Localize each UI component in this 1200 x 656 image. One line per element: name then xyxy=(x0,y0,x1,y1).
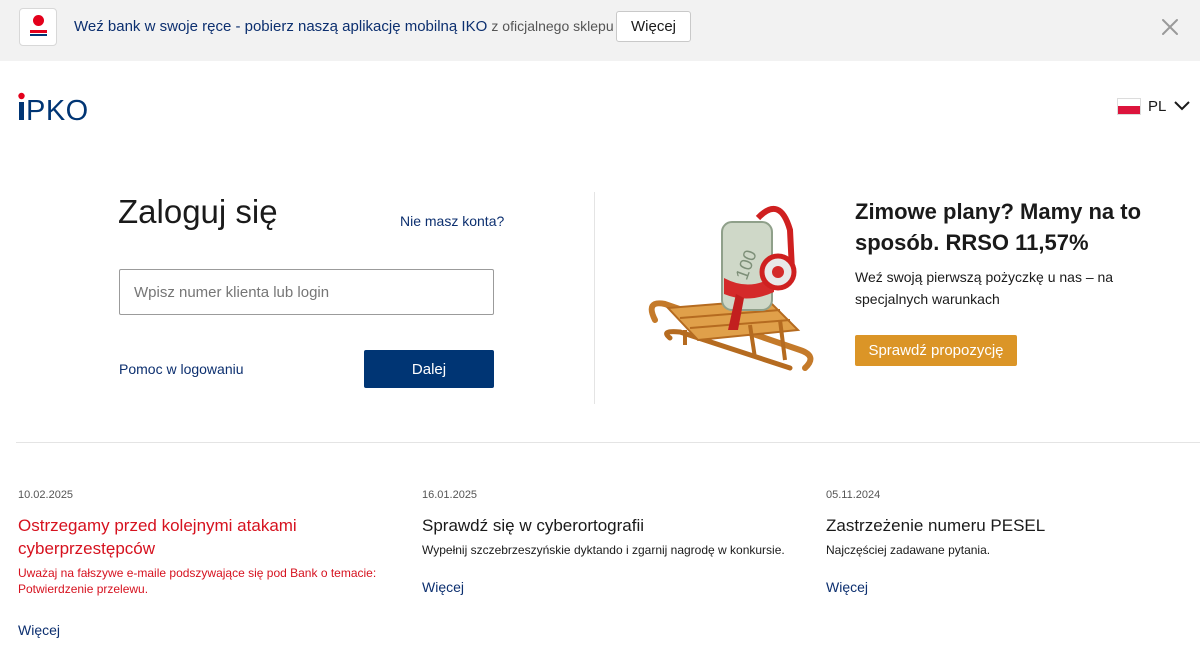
news-item: 16.01.2025 Sprawdź się w cyberortografii… xyxy=(422,488,812,595)
app-promo-banner: Weź bank w swoje ręce - pobierz naszą ap… xyxy=(0,0,1200,61)
news-item: 05.11.2024 Zastrzeżenie numeru PESEL Naj… xyxy=(826,488,1186,595)
news-description: Uważaj na fałszywe e-maile podszywające … xyxy=(18,566,377,596)
promo-text: Weź swoją pierwszą pożyczkę u nas – na s… xyxy=(855,269,1114,307)
iko-app-icon xyxy=(19,8,57,46)
language-selector[interactable]: PL xyxy=(1117,96,1193,118)
news-description: Wypełnij szczebrzeszyńskie dyktando i zg… xyxy=(422,543,785,557)
news-more-link[interactable]: Więcej xyxy=(18,622,408,638)
no-account-link[interactable]: Nie masz konta? xyxy=(400,213,504,229)
banner-text-main: Weź bank w swoje ręce - pobierz naszą ap… xyxy=(74,18,488,35)
next-button[interactable]: Dalej xyxy=(364,350,494,388)
banner-text: Weź bank w swoje ręce - pobierz naszą ap… xyxy=(74,17,614,36)
banner-more-button[interactable]: Więcej xyxy=(616,11,691,42)
news-description: Najczęściej zadawane pytania. xyxy=(826,543,991,557)
news-more-link[interactable]: Więcej xyxy=(826,579,1186,595)
sled-with-money-roll-illustration: 100 xyxy=(640,200,820,380)
poland-flag-icon xyxy=(1117,98,1141,115)
ipko-logo[interactable]: PKO xyxy=(18,91,93,127)
promo-title: Zimowe plany? Mamy na to sposób. RRSO 11… xyxy=(855,199,1142,255)
vertical-divider xyxy=(594,192,595,404)
news-date: 10.02.2025 xyxy=(18,489,74,501)
banner-text-sub: z oficjalnego sklepu xyxy=(491,18,614,34)
news-date: 05.11.2024 xyxy=(826,489,881,501)
news-title[interactable]: Sprawdź się w cyberortografii xyxy=(422,514,812,537)
login-title: Zaloguj się xyxy=(118,193,278,230)
login-help-link[interactable]: Pomoc w logowaniu xyxy=(119,361,244,377)
news-item: 10.02.2025 Ostrzegamy przed kolejnymi at… xyxy=(18,488,408,638)
close-icon[interactable] xyxy=(1160,17,1180,37)
language-code: PL xyxy=(1148,98,1167,115)
chevron-down-icon xyxy=(1174,101,1190,111)
check-offer-button[interactable]: Sprawdź propozycję xyxy=(855,335,1017,366)
svg-text:PKO: PKO xyxy=(26,95,89,123)
horizontal-divider xyxy=(16,442,1200,443)
news-date: 16.01.2025 xyxy=(422,489,478,501)
news-title[interactable]: Ostrzegamy przed kolejnymi atakami cyber… xyxy=(18,514,408,560)
news-more-link[interactable]: Więcej xyxy=(422,579,812,595)
client-number-input[interactable] xyxy=(119,269,494,315)
news-title[interactable]: Zastrzeżenie numeru PESEL xyxy=(826,514,1186,537)
